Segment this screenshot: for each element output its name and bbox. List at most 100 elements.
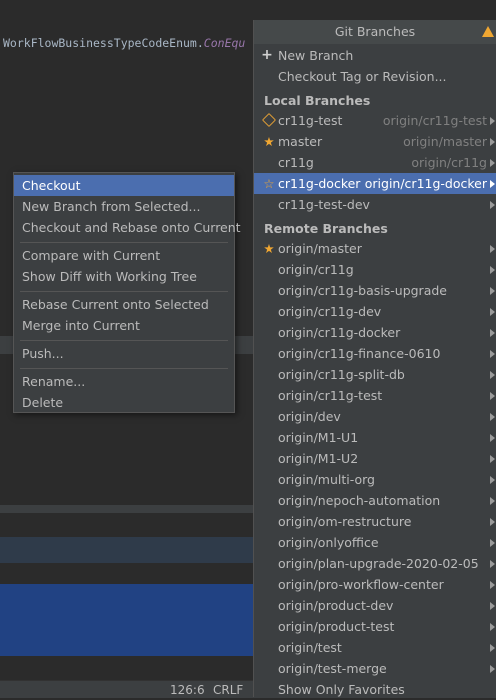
branch-name: origin/dev [278,409,341,424]
local-branch-item-selected[interactable]: ☆ cr11g-docker origin/cr11g-docker [254,173,496,194]
local-branch-item[interactable]: cr11g-test origin/cr11g-test [254,110,496,131]
branch-name: origin/cr11g-split-db [278,367,405,382]
branch-name: cr11g [278,155,314,170]
submenu-arrow-icon [490,159,495,167]
branch-name: origin/cr11g-basis-upgrade [278,283,447,298]
menu-item-new-branch-from-selected[interactable]: New Branch from Selected... [14,196,234,217]
remote-branch-item[interactable]: origin/test-merge [254,658,496,679]
remote-branch-item[interactable]: origin/product-test [254,616,496,637]
submenu-arrow-icon [490,392,495,400]
branch-name: origin/test [278,640,342,655]
git-branches-popup: Git Branches + New Branch Checkout Tag o… [253,20,496,697]
remote-branch-item[interactable]: origin/nepoch-automation [254,490,496,511]
remote-branch-item[interactable]: origin/test [254,637,496,658]
submenu-arrow-icon [490,665,495,673]
remote-branch-item[interactable]: origin/M1-U2 [254,448,496,469]
remote-branch-item[interactable]: origin/cr11g-test [254,385,496,406]
remote-branch-item[interactable]: origin/plan-upgrade-2020-02-05 [254,553,496,574]
menu-item-merge[interactable]: Merge into Current [14,315,234,336]
branch-name: origin/cr11g [278,262,354,277]
remote-branch-item[interactable]: origin/cr11g-basis-upgrade [254,280,496,301]
remote-branch-item[interactable]: origin/dev [254,406,496,427]
submenu-arrow-icon [490,413,495,421]
new-branch-action[interactable]: + New Branch [254,45,496,66]
remote-branch-item[interactable]: origin/cr11g-finance-0610 [254,343,496,364]
local-branch-item[interactable]: cr11g-test-dev [254,194,496,215]
local-branch-item[interactable]: cr11g origin/cr11g [254,152,496,173]
tracking-branch: origin/cr11g-test [382,113,487,128]
menu-item-checkout-rebase[interactable]: Checkout and Rebase onto Current [14,217,241,238]
status-caret-position[interactable]: 126:6 [170,683,205,697]
branch-name: origin/product-dev [278,598,394,613]
checkout-tag-label: Checkout Tag or Revision... [278,69,447,84]
branch-context-menu: Checkout New Branch from Selected... Che… [13,172,241,413]
popup-title-text: Git Branches [334,24,416,39]
code-text: WorkFlowBusinessTypeCodeEnum. [3,36,204,50]
branch-name: origin/pro-workflow-center [278,577,444,592]
remote-branch-item[interactable]: origin/M1-U1 [254,427,496,448]
submenu-arrow-icon [490,308,495,316]
submenu-arrow-icon [490,560,495,568]
submenu-arrow-icon [490,180,495,188]
submenu-arrow-icon [490,602,495,610]
star-filled-icon[interactable]: ★ [262,238,276,259]
branch-name: origin/master [278,241,362,256]
submenu-arrow-icon [490,117,495,125]
new-branch-label: New Branch [278,48,354,63]
branch-name: origin/M1-U1 [278,430,359,445]
menu-item-delete[interactable]: Delete [14,392,234,413]
submenu-arrow-icon [490,245,495,253]
submenu-arrow-icon [490,581,495,589]
status-line-ending[interactable]: CRLF [213,683,243,697]
menu-separator [20,368,228,369]
remote-branch-item[interactable]: origin/cr11g-docker [254,322,496,343]
local-branches-header: Local Branches [264,93,371,108]
remote-branch-item[interactable]: origin/onlyoffice [254,532,496,553]
branch-name: master [278,134,323,149]
remote-branch-item[interactable]: origin/multi-org [254,469,496,490]
remote-branch-item[interactable]: origin/product-dev [254,595,496,616]
submenu-arrow-icon [490,371,495,379]
branch-name: cr11g-test-dev [278,197,370,212]
warning-icon[interactable] [482,26,494,37]
menu-separator [20,291,228,292]
branch-name: origin/cr11g-docker [278,325,401,340]
code-line[interactable]: WorkFlowBusinessTypeCodeEnum.ConEqu [3,36,245,50]
checkout-tag-action[interactable]: Checkout Tag or Revision... [254,66,496,87]
tag-icon [261,110,277,131]
star-outline-icon[interactable]: ☆ [262,173,276,194]
submenu-arrow-icon [490,497,495,505]
star-filled-icon[interactable]: ★ [262,131,276,152]
branch-name: origin/om-restructure [278,514,412,529]
branch-name: origin/onlyoffice [278,535,379,550]
submenu-arrow-icon [490,518,495,526]
remote-branch-item[interactable]: origin/pro-workflow-center [254,574,496,595]
menu-separator [20,340,228,341]
submenu-arrow-icon [490,644,495,652]
menu-item-show-diff[interactable]: Show Diff with Working Tree [14,266,234,287]
submenu-arrow-icon [490,539,495,547]
submenu-arrow-icon [490,476,495,484]
remote-branch-item[interactable]: origin/cr11g [254,259,496,280]
submenu-arrow-icon [490,201,495,209]
remote-branch-item[interactable]: ★ origin/master [254,238,496,259]
submenu-arrow-icon [490,623,495,631]
menu-item-push[interactable]: Push... [14,343,234,364]
branch-name: origin/nepoch-automation [278,493,441,508]
branch-name: origin/M1-U2 [278,451,359,466]
remote-branch-item[interactable]: origin/cr11g-dev [254,301,496,322]
submenu-arrow-icon [490,138,495,146]
menu-item-compare[interactable]: Compare with Current [14,245,234,266]
submenu-arrow-icon [490,434,495,442]
remote-branch-item[interactable]: origin/cr11g-split-db [254,364,496,385]
branch-name: origin/plan-upgrade-2020-02-05 [278,556,479,571]
remote-branch-item[interactable]: origin/om-restructure [254,511,496,532]
tracking-branch: origin/cr11g [411,155,487,170]
menu-separator [20,242,228,243]
submenu-arrow-icon [490,287,495,295]
menu-item-rebase[interactable]: Rebase Current onto Selected [14,294,234,315]
menu-item-rename[interactable]: Rename... [14,371,234,392]
menu-item-checkout[interactable]: Checkout [14,175,234,196]
local-branch-item[interactable]: ★ master origin/master [254,131,496,152]
branch-name: cr11g-test [278,113,343,128]
